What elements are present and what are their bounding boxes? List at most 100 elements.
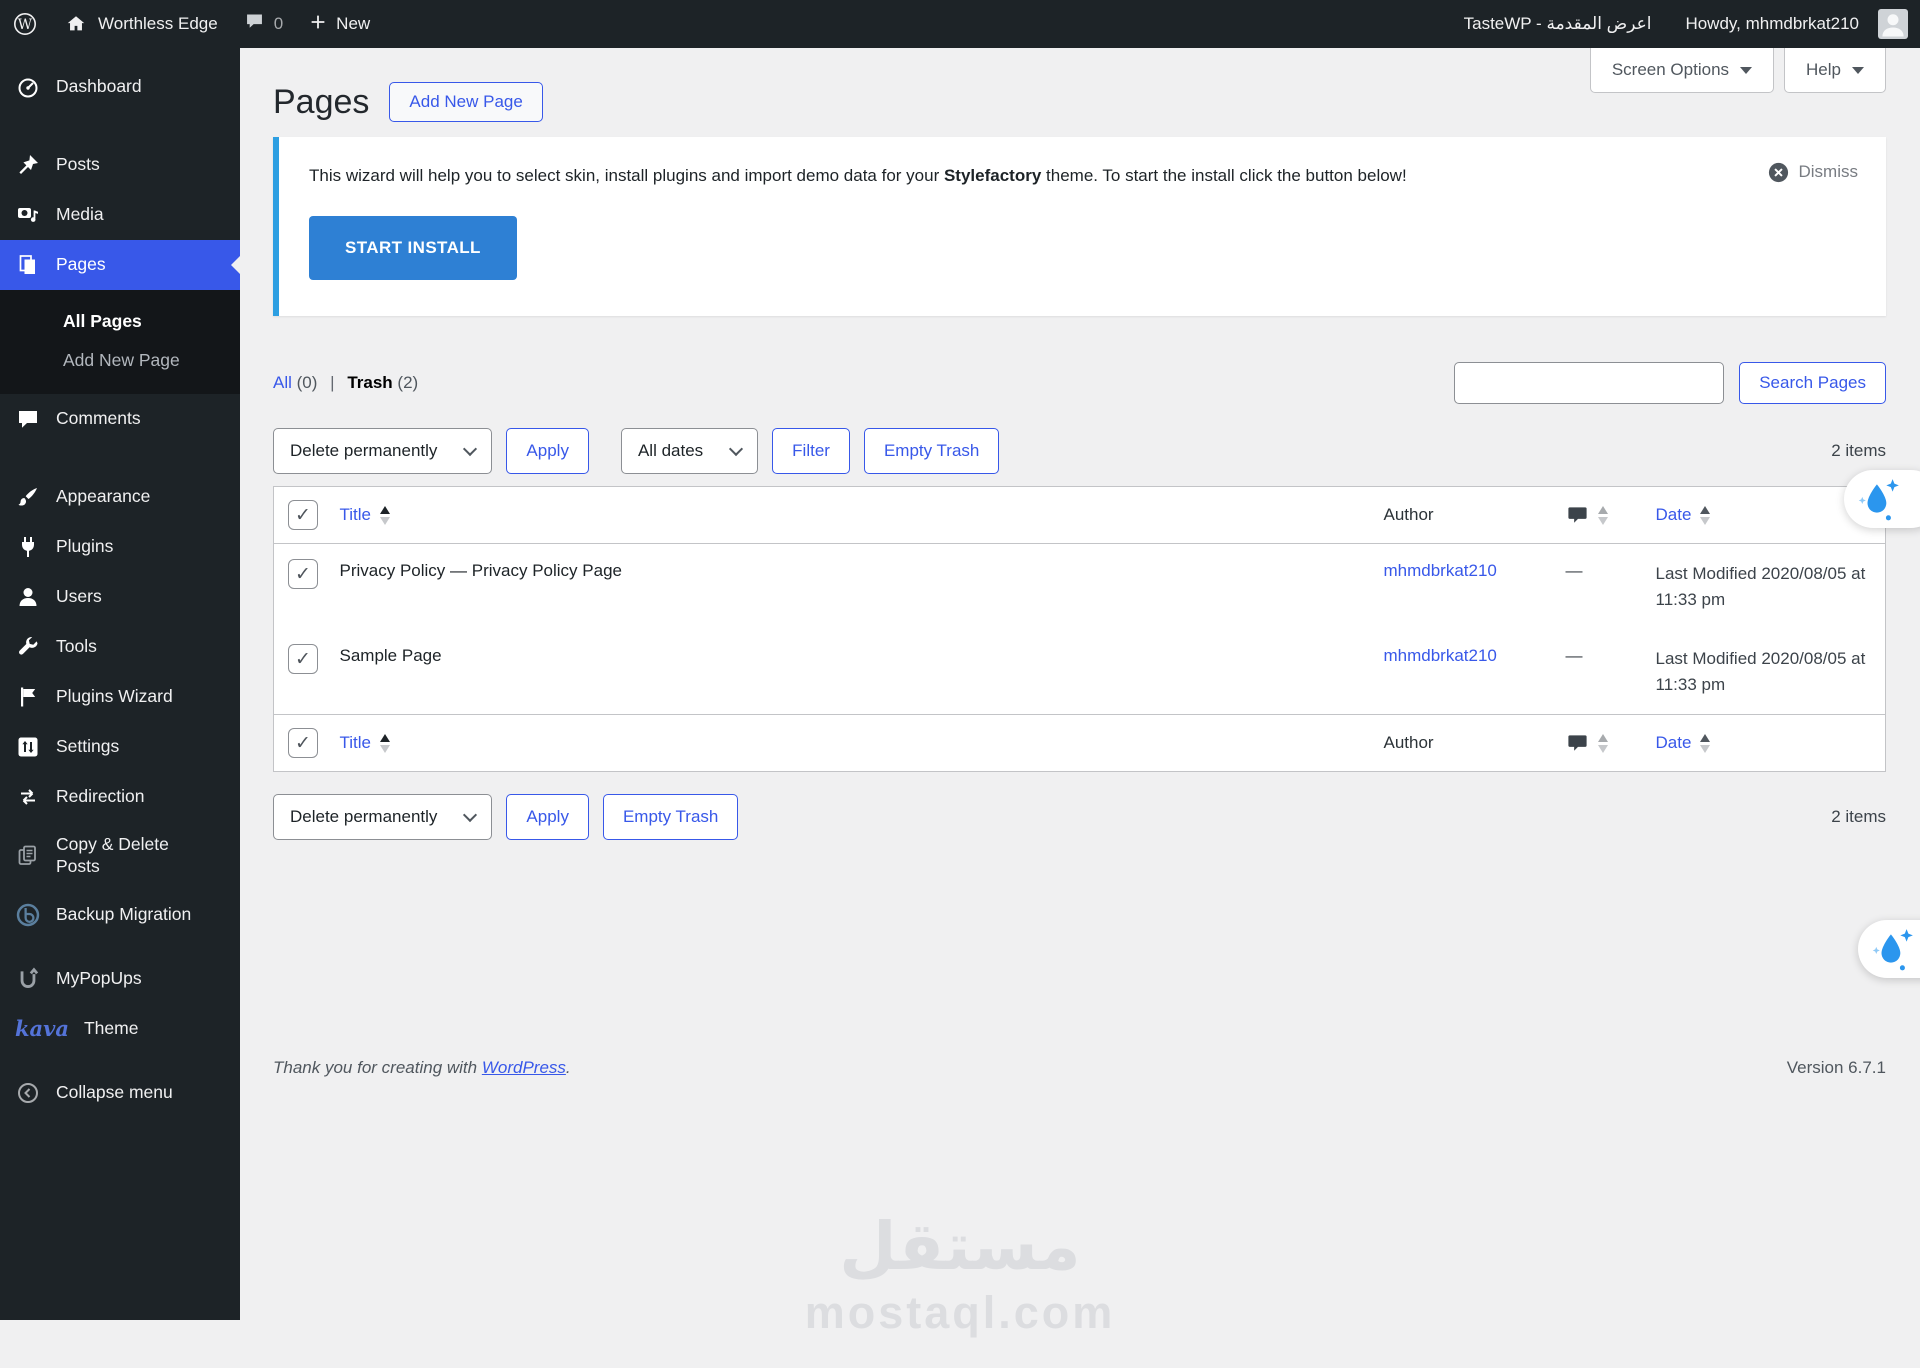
sidebar-item-appearance[interactable]: Appearance [0,472,240,522]
sidebar-subitem-all-pages[interactable]: All Pages [0,302,240,341]
sidebar-item-dashboard[interactable]: Dashboard [0,62,240,112]
bulk-action-select[interactable]: Delete permanently [273,794,492,840]
sort-arrows-icon [1598,734,1608,753]
screen-meta: Screen Options Help [1590,48,1886,93]
start-install-button[interactable]: START INSTALL [309,216,517,280]
mypopups-icon [15,966,41,992]
copy-delete-icon [15,843,41,869]
sort-arrows-icon [1700,734,1710,753]
admin-bar-left: W Worthless Edge 0 New [0,0,383,48]
sidebar-item-plugins-wizard[interactable]: Plugins Wizard [0,672,240,722]
search-box: Search Pages [1454,362,1886,404]
sidebar-item-redirection[interactable]: Redirection [0,772,240,822]
comments-count: 0 [274,14,283,34]
author-link[interactable]: mhmdbrkat210 [1384,561,1497,580]
notice-text: This wizard will help you to select skin… [309,164,1856,189]
sort-title-link[interactable]: Title [340,505,391,524]
comments-icon [15,406,41,432]
sidebar-item-label: Dashboard [56,76,142,98]
howdy-account[interactable]: Howdy, mhmdbrkat210 [1685,0,1908,48]
site-name-label: Worthless Edge [98,14,218,34]
notice-text-before: This wizard will help you to select skin… [309,166,944,185]
sidebar-item-kava-theme[interactable]: kava Theme [0,1004,240,1054]
table-footer-row: ✓ Title Author Date [274,715,1886,772]
site-name-link[interactable]: Worthless Edge [50,0,231,48]
select-all-checkbox[interactable]: ✓ [288,500,318,530]
chevron-down-icon [463,808,477,822]
sidebar-item-label: Copy & Delete Posts [56,834,216,878]
row-date: Last Modified 2020/08/05 at 11:33 pm [1646,544,1886,630]
filter-separator: | [330,373,334,392]
footer-row: Thank you for creating with WordPress. V… [273,1058,1886,1078]
collapse-icon [15,1080,41,1106]
sidebar-item-plugins[interactable]: Plugins [0,522,240,572]
sort-date-link[interactable]: Date [1656,733,1711,752]
chevron-down-icon [729,442,743,456]
filter-trash-current[interactable]: Trash [347,373,392,392]
sort-date-link[interactable]: Date [1656,505,1711,524]
sidebar-menu: Dashboard Posts Media Pages All Pages Ad… [0,48,240,1320]
apply-button[interactable]: Apply [506,428,589,474]
dashboard-icon [15,74,41,100]
thanks-suffix: . [566,1058,571,1077]
sidebar-item-settings[interactable]: Settings [0,722,240,772]
filter-all-link[interactable]: All [273,373,292,392]
admin-bar-new[interactable]: New [296,0,383,48]
redirection-icon [15,784,41,810]
sidebar-item-backup-migration[interactable]: Backup Migration [0,890,240,940]
home-icon [63,11,89,37]
sidebar-item-label: Users [56,586,102,608]
empty-trash-button[interactable]: Empty Trash [864,428,999,474]
settings-icon [15,734,41,760]
tastewp-drop-widget[interactable] [1844,470,1920,528]
sort-title-link[interactable]: Title [340,733,391,752]
sort-arrows-icon [380,734,390,753]
row-checkbox[interactable]: ✓ [288,559,318,589]
sidebar-item-mypopups[interactable]: MyPopUps [0,954,240,1004]
help-button[interactable]: Help [1784,48,1886,93]
sidebar-item-label: Backup Migration [56,904,191,926]
sidebar-subitem-add-new-page[interactable]: Add New Page [0,341,240,380]
sort-comments-link[interactable] [1566,505,1608,524]
bulk-action-value: Delete permanently [290,441,437,461]
sidebar-item-media[interactable]: Media [0,190,240,240]
filter-button[interactable]: Filter [772,428,850,474]
backup-migration-icon [15,902,41,928]
select-all-checkbox[interactable]: ✓ [288,728,318,758]
empty-trash-button[interactable]: Empty Trash [603,794,738,840]
list-controls-row: All (0) | Trash (2) Search Pages [273,362,1886,404]
add-new-page-button[interactable]: Add New Page [389,82,542,122]
dismiss-notice-button[interactable]: Dismiss [1767,161,1859,184]
appearance-icon [15,484,41,510]
sidebar-item-comments[interactable]: Comments [0,394,240,444]
sidebar-item-pages[interactable]: Pages [0,240,240,290]
search-pages-button[interactable]: Search Pages [1739,362,1886,404]
kava-logo: kava [15,1016,69,1042]
sidebar-item-posts[interactable]: Posts [0,140,240,190]
author-link[interactable]: mhmdbrkat210 [1384,646,1497,665]
admin-bar-comments[interactable]: 0 [231,0,296,48]
tastewp-link[interactable]: TasteWP - اعرض المقدمة [1464,14,1652,34]
plus-icon [309,13,327,36]
chevron-down-icon [463,442,477,456]
sort-comments-link[interactable] [1566,733,1608,752]
tastewp-drop-widget[interactable] [1858,920,1920,978]
screen-options-button[interactable]: Screen Options [1590,48,1774,93]
sidebar-item-label: Theme [84,1018,138,1040]
date-filter-select[interactable]: All dates [621,428,758,474]
wordpress-link[interactable]: WordPress [482,1058,566,1077]
sidebar-item-tools[interactable]: Tools [0,622,240,672]
users-icon [15,584,41,610]
bulk-action-select[interactable]: Delete permanently [273,428,492,474]
row-checkbox[interactable]: ✓ [288,644,318,674]
sidebar-item-users[interactable]: Users [0,572,240,622]
apply-button[interactable]: Apply [506,794,589,840]
search-input[interactable] [1454,362,1724,404]
notice-text-after: theme. To start the install click the bu… [1041,166,1406,185]
table-header-row: ✓ Title Author Date [274,487,1886,544]
wordpress-logo-icon[interactable]: W [0,0,50,48]
sidebar-item-label: Plugins [56,536,113,558]
sidebar-item-copy-delete-posts[interactable]: Copy & Delete Posts [0,822,240,890]
collapse-menu-button[interactable]: Collapse menu [0,1068,240,1118]
admin-bar: W Worthless Edge 0 New TasteWP - اعرض ال… [0,0,1920,48]
